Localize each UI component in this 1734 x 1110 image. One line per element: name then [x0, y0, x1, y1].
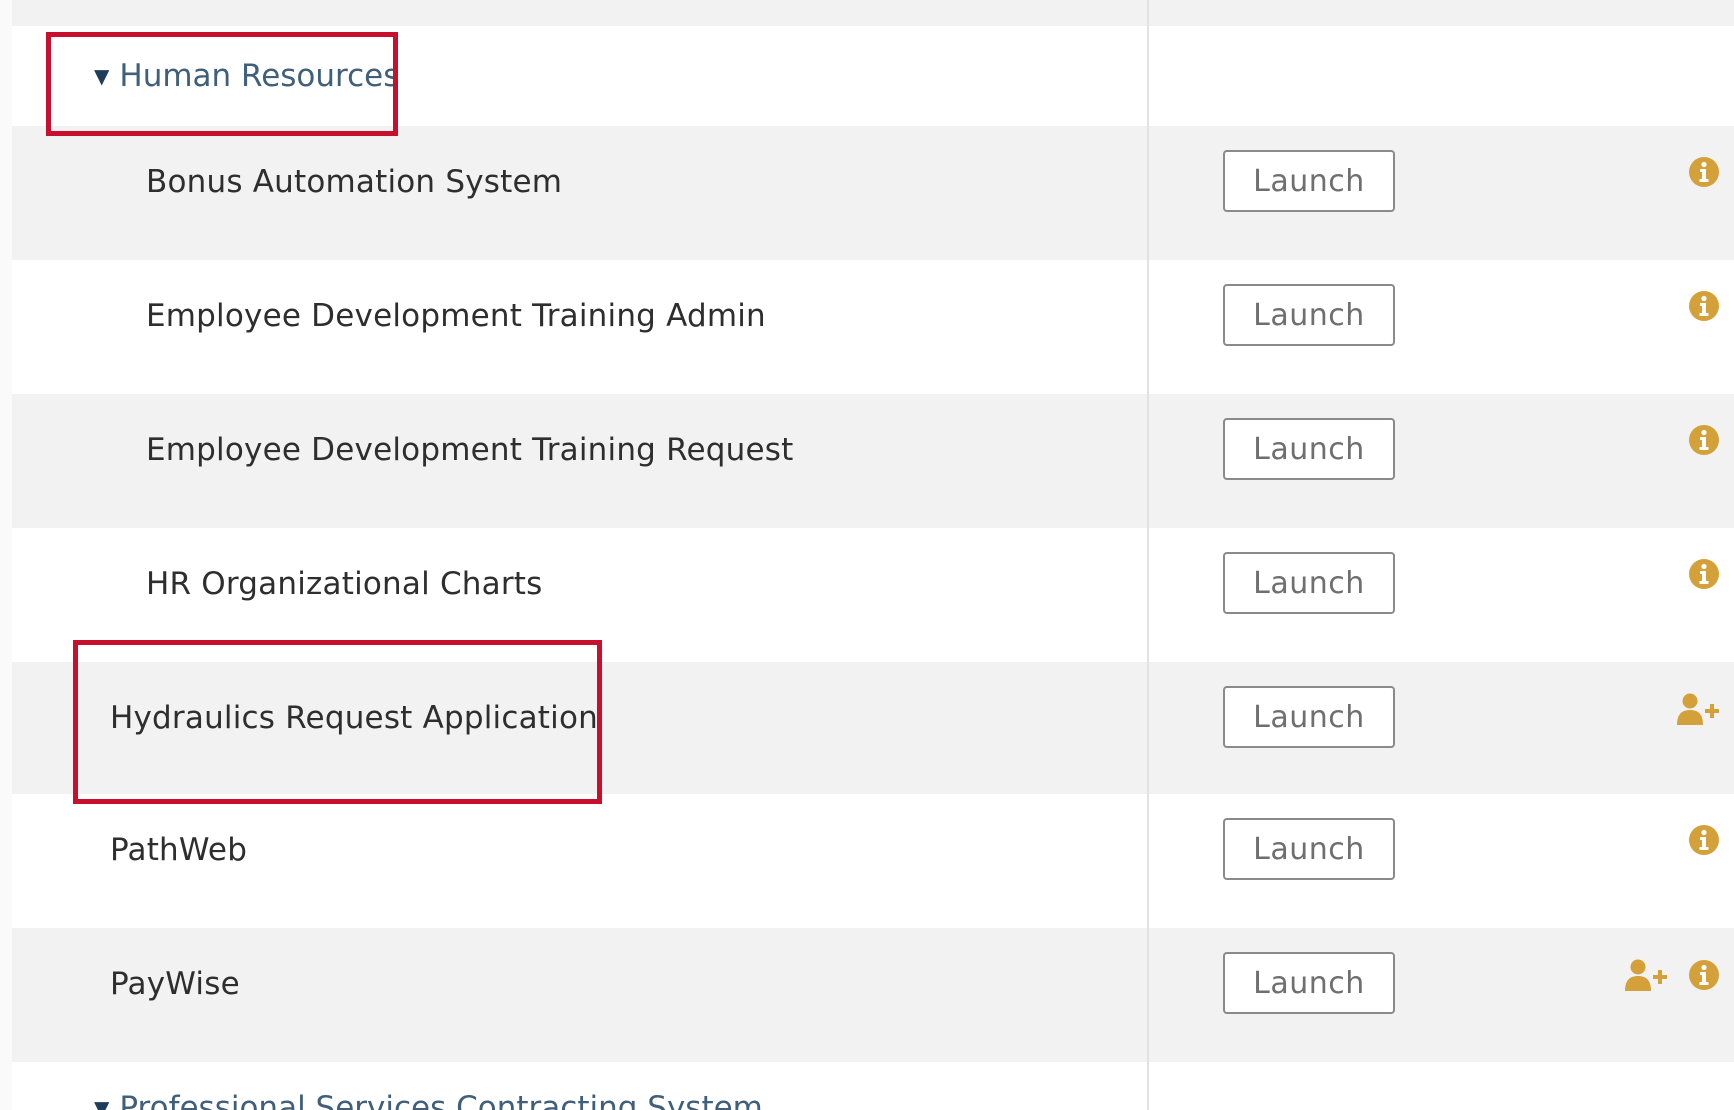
- info-icon[interactable]: [1688, 424, 1720, 456]
- app-name: Employee Development Training Admin: [146, 298, 766, 334]
- table-row: Employee Development Training Request La…: [12, 394, 1734, 528]
- launch-button[interactable]: Launch: [1223, 952, 1395, 1014]
- info-icon[interactable]: [1688, 290, 1720, 322]
- left-gutter: [0, 0, 12, 1110]
- category-row-professional-services[interactable]: ▼ Professional Services Contracting Syst…: [12, 1062, 1734, 1110]
- launch-button[interactable]: Launch: [1223, 686, 1395, 748]
- app-name: HR Organizational Charts: [146, 566, 543, 602]
- category-toggle-professional-services[interactable]: ▼ Professional Services Contracting Syst…: [94, 1090, 763, 1110]
- app-name: Bonus Automation System: [146, 164, 563, 200]
- column-divider: [1147, 0, 1149, 1110]
- caret-down-icon: ▼: [94, 1096, 110, 1110]
- launch-button[interactable]: Launch: [1223, 818, 1395, 880]
- info-icon[interactable]: [1688, 558, 1720, 590]
- table-row: HR Organizational Charts Launch: [12, 528, 1734, 662]
- table-row: Bonus Automation System Launch: [12, 126, 1734, 260]
- table-row: PayWise Launch: [12, 928, 1734, 1062]
- app-name: Hydraulics Request Application: [110, 700, 598, 736]
- app-list-page: ▼ Human Resources Bonus Automation Syste…: [0, 0, 1734, 1110]
- info-icon[interactable]: [1688, 959, 1720, 991]
- info-icon[interactable]: [1688, 824, 1720, 856]
- app-name: PayWise: [110, 966, 240, 1002]
- table-row: PathWeb Launch: [12, 794, 1734, 928]
- application-table: ▼ Human Resources Bonus Automation Syste…: [12, 26, 1734, 1110]
- app-name: Employee Development Training Request: [146, 432, 794, 468]
- app-name: PathWeb: [110, 832, 248, 868]
- launch-button[interactable]: Launch: [1223, 150, 1395, 212]
- category-row-human-resources[interactable]: ▼ Human Resources: [12, 26, 1734, 126]
- category-label: Human Resources: [119, 58, 400, 94]
- top-strip: [0, 0, 1734, 26]
- category-label: Professional Services Contracting System: [119, 1090, 763, 1110]
- table-row: Employee Development Training Admin Laun…: [12, 260, 1734, 394]
- table-row: Hydraulics Request Application Launch: [12, 662, 1734, 794]
- launch-button[interactable]: Launch: [1223, 552, 1395, 614]
- request-access-icon[interactable]: [1676, 692, 1720, 726]
- category-toggle-human-resources[interactable]: ▼ Human Resources: [94, 58, 399, 94]
- launch-button[interactable]: Launch: [1223, 418, 1395, 480]
- request-access-icon[interactable]: [1624, 958, 1668, 992]
- launch-button[interactable]: Launch: [1223, 284, 1395, 346]
- caret-down-icon: ▼: [94, 64, 110, 88]
- info-icon[interactable]: [1688, 156, 1720, 188]
